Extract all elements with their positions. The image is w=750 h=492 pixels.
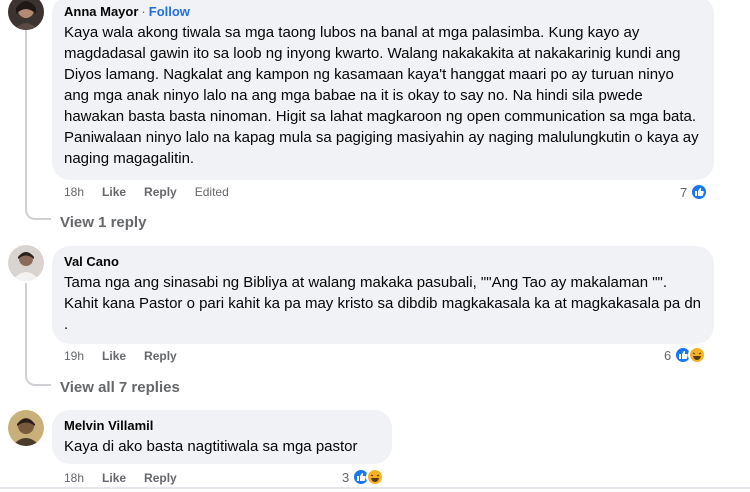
edited-label[interactable]: Edited <box>195 185 229 199</box>
avatar[interactable] <box>8 0 44 30</box>
haha-icon <box>366 468 385 486</box>
comment-text: Kaya wala akong tiwala sa mga taong lubo… <box>64 24 699 167</box>
comment-bubble: Anna Mayor · Follow Kaya wala akong tiwala… <box>52 0 714 180</box>
thread-line <box>25 28 27 208</box>
reaction-count: 3 <box>342 469 350 485</box>
comment-author[interactable]: Melvin Villamil <box>64 418 380 434</box>
like-button[interactable]: Like <box>102 471 126 485</box>
reaction-count: 6 <box>664 347 672 363</box>
reply-button[interactable]: Reply <box>144 185 177 199</box>
reaction-summary[interactable]: 6 <box>664 346 707 364</box>
haha-icon <box>688 346 707 364</box>
comment-actions: 18h Like Reply <box>64 471 195 485</box>
comment-timestamp[interactable]: 18h <box>64 471 84 485</box>
follow-link[interactable]: Follow <box>149 4 190 19</box>
comment-author[interactable]: Val Cano <box>64 254 702 270</box>
comment-timestamp[interactable]: 18h <box>64 185 84 199</box>
reply-connector <box>25 372 51 386</box>
reaction-count: 7 <box>680 184 688 200</box>
avatar[interactable] <box>8 410 44 446</box>
like-button[interactable]: Like <box>102 185 126 199</box>
view-replies-link[interactable]: View all 7 replies <box>60 379 180 396</box>
reply-button[interactable]: Reply <box>144 349 177 363</box>
comment-author-line: Anna Mayor · Follow <box>64 4 702 20</box>
comment-text: Kaya di ako basta nagtitiwala sa mga pas… <box>64 438 358 455</box>
reaction-summary[interactable]: 7 <box>680 183 709 201</box>
view-replies-link[interactable]: View 1 reply <box>60 214 146 231</box>
avatar[interactable] <box>8 245 44 281</box>
comment-timestamp[interactable]: 19h <box>64 349 84 363</box>
thread-line <box>25 283 27 375</box>
separator-dot: · <box>141 4 146 19</box>
like-icon <box>690 183 709 201</box>
comment-actions: 18h Like Reply Edited <box>64 185 247 199</box>
reaction-summary[interactable]: 3 <box>342 468 385 486</box>
comment-bubble: Melvin Villamil Kaya di ako basta nagtit… <box>52 410 392 464</box>
comment-author[interactable]: Anna Mayor <box>64 4 138 19</box>
reply-connector <box>25 206 51 220</box>
comment-text: Tama nga ang sinasabi ng Bibliya at wala… <box>64 274 702 333</box>
divider <box>0 487 750 489</box>
reply-button[interactable]: Reply <box>144 471 177 485</box>
comment-actions: 19h Like Reply <box>64 349 195 363</box>
comment-bubble: Val Cano Tama nga ang sinasabi ng Bibliy… <box>52 246 714 344</box>
like-button[interactable]: Like <box>102 349 126 363</box>
